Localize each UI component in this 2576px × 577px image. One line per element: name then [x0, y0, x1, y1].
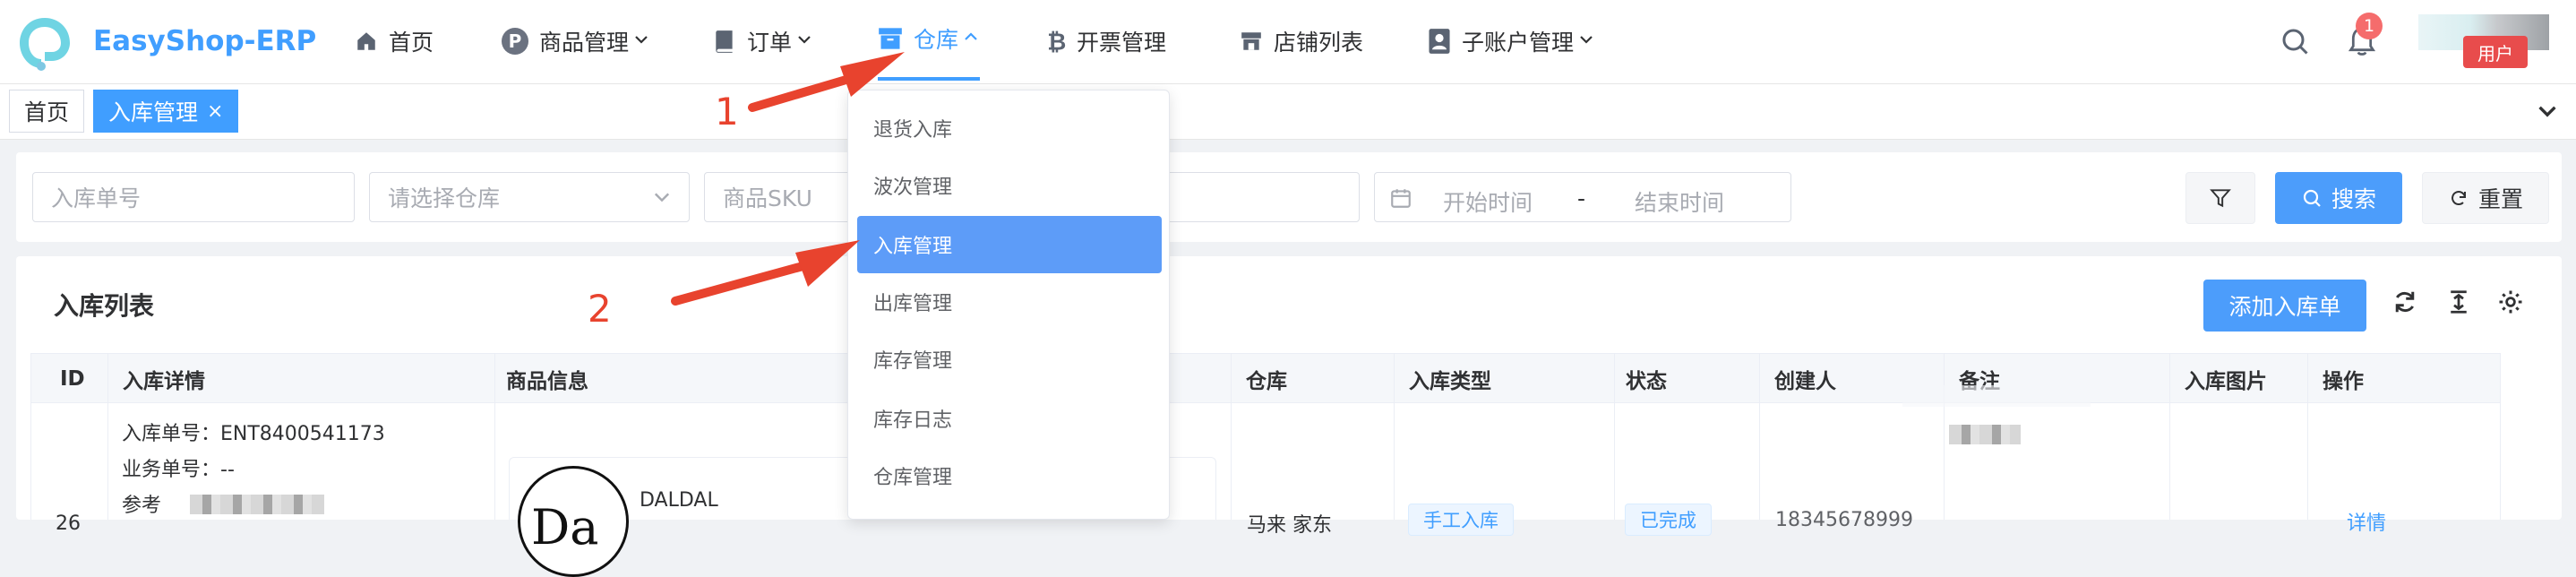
warehouse-box-icon — [878, 27, 903, 50]
row-detail-link[interactable]: 详情 — [2347, 507, 2386, 536]
easyshop-logo-icon — [20, 18, 70, 71]
nav-products-label: 商品管理 — [539, 30, 630, 56]
funnel-icon — [2210, 189, 2231, 208]
chevron-down-icon — [795, 30, 813, 53]
add-inbound-label: 添加入库单 — [2228, 294, 2341, 320]
chevron-down-icon — [632, 30, 650, 53]
bitcoin-icon: ₿ — [1046, 29, 1066, 54]
col-inbound-type: 入库类型 — [1409, 370, 1491, 393]
nav-invoice[interactable]: ₿ 开票管理 — [1046, 0, 1166, 82]
search-icon[interactable] — [2279, 25, 2311, 57]
chevron-down-icon — [1577, 30, 1595, 53]
row-id: 26 — [56, 512, 81, 535]
menu-item-inventory-management[interactable]: 库存管理 — [857, 331, 1162, 388]
reset-button-label: 重置 — [2477, 186, 2523, 212]
menu-item-warehouse-management[interactable]: 仓库管理 — [857, 447, 1162, 504]
end-time-placeholder: 结束时间 — [1635, 190, 1725, 216]
list-title: 入库列表 — [54, 291, 155, 321]
tab-home[interactable]: 首页 — [9, 90, 85, 133]
search-button[interactable]: 搜索 — [2275, 172, 2402, 224]
chevron-down-icon[interactable] — [2535, 99, 2560, 124]
col-inbound-detail: 入库详情 — [123, 370, 205, 393]
user-card-icon — [1428, 28, 1451, 55]
svg-text:₿: ₿ — [1047, 30, 1066, 54]
nav-home[interactable]: 首页 — [355, 0, 434, 82]
row-inbound-number: 入库单号：ENT8400541173 — [122, 423, 385, 445]
nav-home-label: 首页 — [389, 30, 434, 56]
user-label-badge[interactable]: 用户 — [2463, 36, 2528, 68]
menu-item-return-inbound[interactable]: 退货入库 — [857, 99, 1162, 157]
tab-home-label: 首页 — [24, 99, 70, 125]
status-badge: 已完成 — [1625, 504, 1712, 536]
add-inbound-button[interactable]: 添加入库单 — [2203, 280, 2366, 332]
warehouse-select[interactable]: 请选择仓库 — [369, 172, 690, 222]
nav-orders-label: 订单 — [747, 30, 793, 56]
warehouse-placeholder: 请选择仓库 — [388, 185, 501, 211]
menu-item-wave-management[interactable]: 波次管理 — [857, 157, 1162, 214]
start-time-placeholder: 开始时间 — [1443, 190, 1533, 216]
inbound-number-placeholder: 入库单号 — [51, 185, 142, 211]
book-icon — [713, 29, 736, 54]
tab-inbound-label: 入库管理 — [108, 99, 199, 125]
redacted-reference — [190, 495, 324, 514]
col-id: ID — [60, 367, 85, 391]
row-product-name: DALDAL — [640, 489, 718, 512]
menu-item-outbound-management[interactable]: 出库管理 — [857, 273, 1162, 331]
table-row — [30, 403, 2501, 520]
tab-inbound-management[interactable]: 入库管理 × — [93, 90, 239, 133]
table-header: ID 入库详情 商品信息 仓库 入库类型 状态 创建人 备注 入库图片 操作 — [30, 353, 2501, 403]
date-range-picker[interactable]: 开始时间 - 结束时间 — [1374, 172, 1791, 222]
tab-bar: 首页 入库管理 × — [0, 84, 2576, 140]
nav-invoice-label: 开票管理 — [1077, 30, 1167, 56]
chevron-down-icon — [654, 193, 670, 202]
refresh-icon — [2451, 191, 2466, 205]
chevron-up-icon — [962, 28, 980, 50]
home-icon — [355, 30, 378, 53]
sku-placeholder: 商品SKU — [723, 185, 812, 211]
product-p-icon: P — [502, 28, 528, 55]
warehouse-dropdown-menu: 退货入库 波次管理 入库管理 出库管理 库存管理 库存日志 仓库管理 — [847, 90, 1170, 520]
row-reference: 参考 — [122, 495, 162, 517]
nav-orders[interactable]: 订单 — [713, 0, 813, 82]
top-navigation-bar: EasyShop-ERP 首页 P 商品管理 订单 仓库 ₿ 开票管理 店铺列表… — [0, 0, 2576, 84]
filter-button[interactable] — [2185, 172, 2255, 224]
search-icon — [2303, 189, 2321, 207]
close-icon[interactable]: × — [207, 100, 223, 123]
annotation-step-1: 1 — [715, 90, 739, 133]
col-product-info: 商品信息 — [506, 370, 588, 393]
col-creator: 创建人 — [1774, 370, 1836, 393]
menu-item-inbound-management[interactable]: 入库管理 — [857, 216, 1162, 273]
gear-icon[interactable] — [2497, 288, 2524, 315]
menu-item-inventory-log[interactable]: 库存日志 — [857, 390, 1162, 447]
col-actions: 操作 — [2323, 370, 2364, 393]
row-warehouse: 马来 家东 — [1247, 514, 1332, 537]
product-thumbnail: Da — [518, 466, 629, 577]
col-inbound-image: 入库图片 — [2185, 370, 2267, 393]
refresh-icon[interactable] — [2391, 288, 2418, 315]
col-status: 状态 — [1626, 370, 1667, 393]
row-creator: 18345678999 — [1775, 509, 1913, 531]
nav-products[interactable]: P 商品管理 — [502, 0, 650, 82]
column-height-icon[interactable] — [2445, 288, 2472, 315]
col-warehouse: 仓库 — [1246, 370, 1287, 393]
nav-stores[interactable]: 店铺列表 — [1240, 0, 1363, 82]
row-business-number: 业务单号：-- — [122, 459, 235, 481]
annotation-step-2: 2 — [588, 287, 612, 331]
row-type-tag: 手工入库 — [1408, 504, 1514, 536]
notification-count-badge: 1 — [2356, 13, 2383, 39]
redacted-remark — [1949, 425, 2021, 444]
nav-stores-label: 店铺列表 — [1274, 30, 1364, 56]
calendar-icon — [1391, 189, 1411, 208]
brand-name: EasyShop-ERP — [93, 25, 317, 57]
range-separator: - — [1577, 185, 1586, 211]
nav-warehouse[interactable]: 仓库 — [878, 0, 981, 81]
store-icon — [1240, 30, 1263, 53]
inbound-number-input[interactable]: 入库单号 — [32, 172, 355, 222]
nav-warehouse-label: 仓库 — [914, 27, 959, 53]
nav-subaccounts[interactable]: 子账户管理 — [1428, 0, 1595, 82]
nav-subaccounts-label: 子账户管理 — [1462, 30, 1575, 56]
search-button-label: 搜索 — [2331, 186, 2376, 212]
reset-button[interactable]: 重置 — [2422, 172, 2549, 224]
